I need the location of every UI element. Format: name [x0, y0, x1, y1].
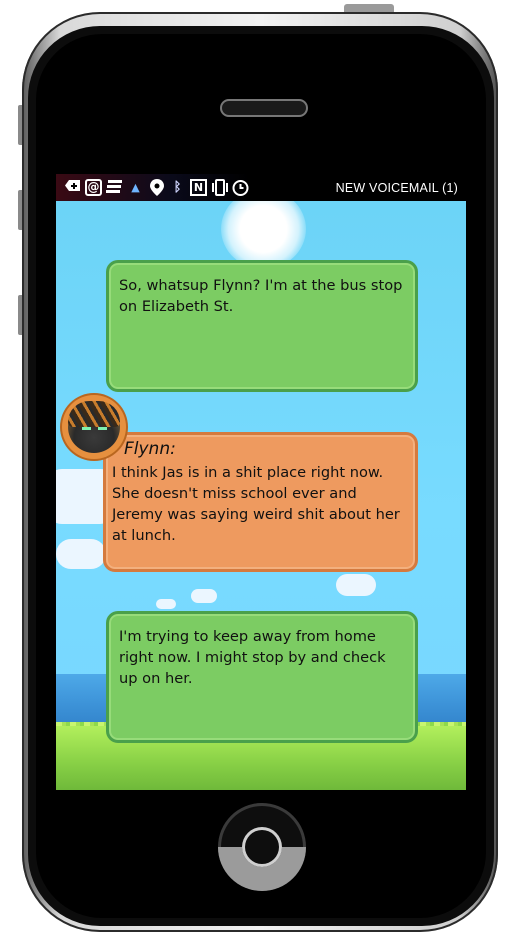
earpiece-speaker	[220, 99, 308, 117]
sun	[221, 189, 306, 269]
nfc-icon: N	[190, 179, 207, 196]
sender-name: Flynn:	[124, 439, 176, 459]
voicemail-notification[interactable]: NEW VOICEMAIL (1)	[336, 181, 466, 195]
cloud	[336, 574, 376, 596]
signal-icon: ▲	[131, 181, 140, 194]
home-button[interactable]	[218, 803, 306, 891]
avatar-hair	[68, 401, 120, 427]
alarm-clock-icon	[232, 179, 249, 196]
message-bubble-outgoing: I'm trying to keep away from home right …	[106, 611, 418, 743]
cloud	[56, 539, 106, 569]
cloud	[191, 589, 217, 603]
power-button[interactable]	[344, 4, 394, 12]
status-icons: @ ▲ ᛒ N	[56, 174, 249, 201]
message-bubble-incoming: Flynn: I think Jas is in a shit place ri…	[103, 432, 418, 572]
cloud	[156, 599, 176, 609]
avatar-flynn[interactable]	[62, 395, 126, 459]
status-bar: @ ▲ ᛒ N NEW VOICEMAIL (1)	[56, 174, 466, 201]
phone-screen: @ ▲ ᛒ N NEW VOICEMAIL (1) So, whatsup Fl…	[56, 174, 466, 790]
bluetooth-icon: ᛒ	[173, 180, 182, 195]
message-text: So, whatsup Flynn? I'm at the bus stop o…	[119, 277, 403, 315]
home-button-ring	[242, 827, 282, 867]
at-sign-icon: @	[85, 179, 102, 196]
message-text: I'm trying to keep away from home right …	[119, 628, 386, 687]
battery-plus-icon	[64, 179, 81, 196]
avatar-eye	[82, 427, 91, 430]
message-text: I think Jas is in a shit place right now…	[112, 464, 400, 544]
location-pin-icon	[148, 179, 165, 196]
avatar-eye	[98, 427, 107, 430]
stacked-lines-icon	[106, 179, 123, 196]
phone-vibrate-icon	[211, 179, 228, 196]
message-bubble-outgoing: So, whatsup Flynn? I'm at the bus stop o…	[106, 260, 418, 392]
